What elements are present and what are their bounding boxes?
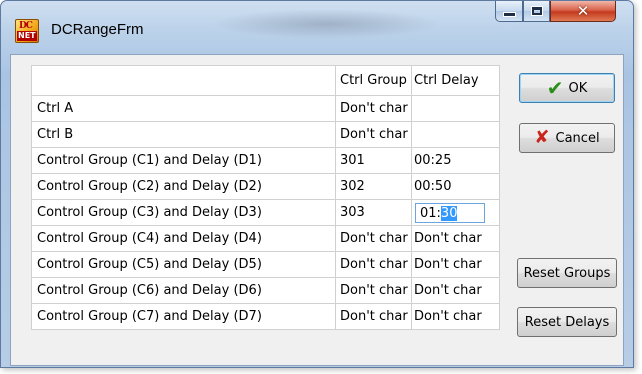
row-label: Control Group (C1) and Delay (D1) xyxy=(31,147,336,174)
x-icon: ✘ xyxy=(534,127,550,148)
delay-edit-input[interactable]: 01:30 xyxy=(415,202,485,223)
grid-row: Control Group (C1) and Delay (D1) 301 00… xyxy=(31,147,500,174)
grid-row: Control Group (C2) and Delay (D2) 302 00… xyxy=(31,173,500,200)
close-button[interactable]: ✕ xyxy=(550,1,616,22)
close-icon: ✕ xyxy=(576,2,590,20)
ok-button[interactable]: ✔ OK xyxy=(519,73,615,103)
ctrl-group-cell[interactable]: 303 xyxy=(335,199,412,226)
ctrl-delay-cell[interactable] xyxy=(411,121,500,148)
ctrl-group-cell[interactable]: Don't char xyxy=(335,251,412,278)
dcnet-app-icon[interactable]: DC NET xyxy=(15,19,39,43)
grid-row: Ctrl A Don't char xyxy=(31,95,500,122)
app-icon-bottom-text: NET xyxy=(17,31,37,41)
ctrl-delay-cell-editing[interactable]: 01:30 xyxy=(411,199,500,226)
row-label: Control Group (C6) and Delay (D6) xyxy=(31,277,336,304)
ctrl-delay-cell[interactable] xyxy=(411,95,500,122)
ctrl-group-cell[interactable]: Don't char xyxy=(335,303,412,330)
row-label: Control Group (C2) and Delay (D2) xyxy=(31,173,336,200)
window-title: DCRangeFrm xyxy=(51,21,144,38)
maximize-icon xyxy=(530,6,543,16)
row-label: Control Group (C4) and Delay (D4) xyxy=(31,225,336,252)
grid-row: Control Group (C6) and Delay (D6) Don't … xyxy=(31,277,500,304)
minimize-button[interactable] xyxy=(495,1,523,22)
reset-delays-button[interactable]: Reset Delays xyxy=(517,307,617,337)
row-label: Control Group (C7) and Delay (D7) xyxy=(31,303,336,330)
ctrl-group-cell[interactable]: Don't char xyxy=(335,95,412,122)
row-label: Control Group (C3) and Delay (D3) xyxy=(31,199,336,226)
dialog-client-area: Ctrl Group Ctrl Delay Ctrl A Don't char … xyxy=(10,54,624,366)
grid-row: Control Group (C5) and Delay (D5) Don't … xyxy=(31,251,500,278)
grid-row: Control Group (C3) and Delay (D3) 303 01… xyxy=(31,199,500,226)
dialog-window: DC NET DCRangeFrm ✕ Ctrl Group Ctrl Dela… xyxy=(0,0,634,368)
cancel-button-label: Cancel xyxy=(555,130,600,146)
reset-delays-label: Reset Delays xyxy=(524,314,610,330)
range-grid: Ctrl Group Ctrl Delay Ctrl A Don't char … xyxy=(31,65,500,330)
ctrl-group-cell[interactable]: 302 xyxy=(335,173,412,200)
delay-edit-prefix: 01: xyxy=(420,205,441,221)
ctrl-delay-cell[interactable]: Don't char xyxy=(411,277,500,304)
grid-header-corner xyxy=(31,65,336,96)
ctrl-delay-cell[interactable]: Don't char xyxy=(411,225,500,252)
grid-header-row: Ctrl Group Ctrl Delay xyxy=(31,65,500,96)
row-label: Control Group (C5) and Delay (D5) xyxy=(31,251,336,278)
cancel-button[interactable]: ✘ Cancel xyxy=(519,123,615,153)
ctrl-group-cell[interactable]: Don't char xyxy=(335,121,412,148)
reset-groups-label: Reset Groups xyxy=(523,265,611,281)
row-label: Ctrl A xyxy=(31,95,336,122)
ctrl-delay-cell[interactable]: Don't char xyxy=(411,251,500,278)
grid-header-ctrl-group[interactable]: Ctrl Group xyxy=(335,65,412,96)
app-icon-top-text: DC xyxy=(19,21,33,31)
grid-row: Control Group (C7) and Delay (D7) Don't … xyxy=(31,303,500,330)
reset-groups-button[interactable]: Reset Groups xyxy=(517,258,617,288)
row-label: Ctrl B xyxy=(31,121,336,148)
grid-row: Ctrl B Don't char xyxy=(31,121,500,148)
ctrl-group-cell[interactable]: 301 xyxy=(335,147,412,174)
maximize-button[interactable] xyxy=(523,1,550,22)
ctrl-delay-cell[interactable]: Don't char xyxy=(411,303,500,330)
ctrl-group-cell[interactable]: Don't char xyxy=(335,277,412,304)
ctrl-delay-cell[interactable]: 00:50 xyxy=(411,173,500,200)
check-icon: ✔ xyxy=(546,76,564,100)
delay-edit-selection: 30 xyxy=(440,205,458,221)
ok-button-label: OK xyxy=(568,80,588,96)
caption-buttons: ✕ xyxy=(489,1,629,23)
grid-row: Control Group (C4) and Delay (D4) Don't … xyxy=(31,225,500,252)
title-bar-blur xyxy=(211,9,441,39)
grid-header-ctrl-delay[interactable]: Ctrl Delay xyxy=(411,65,500,96)
title-bar[interactable]: DC NET DCRangeFrm ✕ xyxy=(1,1,633,53)
minimize-icon xyxy=(502,11,516,17)
ctrl-delay-cell[interactable]: 00:25 xyxy=(411,147,500,174)
ctrl-group-cell[interactable]: Don't char xyxy=(335,225,412,252)
